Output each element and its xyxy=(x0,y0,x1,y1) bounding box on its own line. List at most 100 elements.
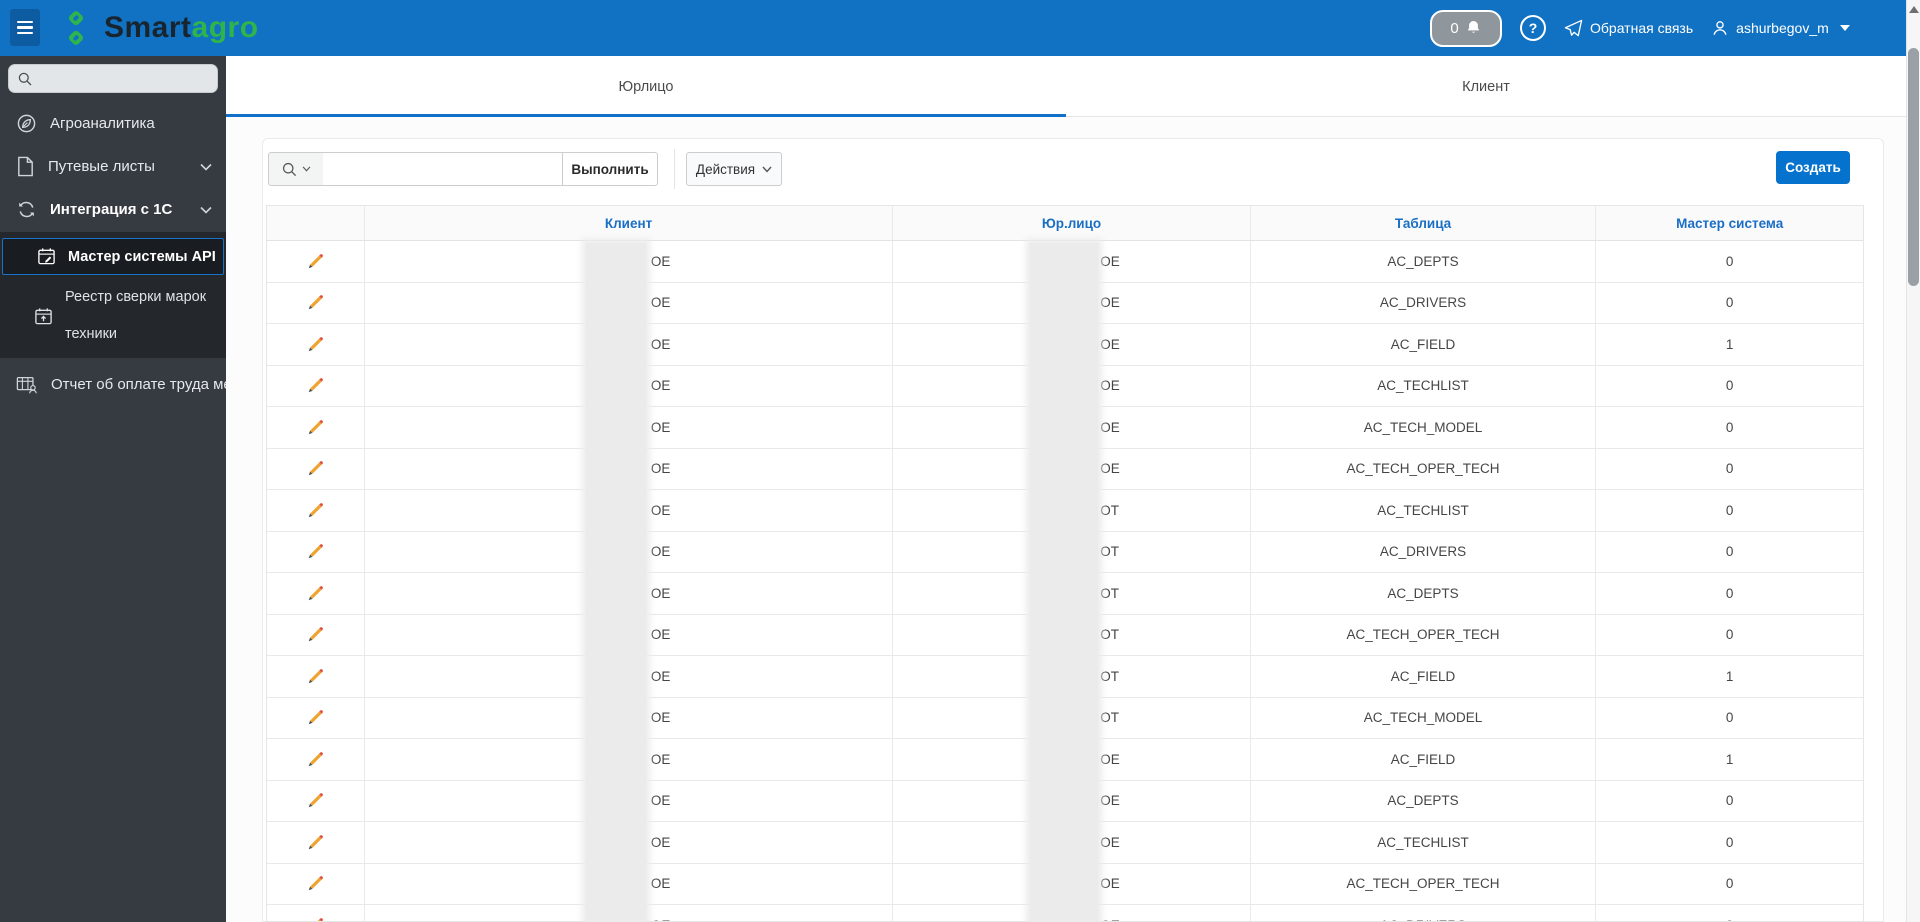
master-system-cell: 0 xyxy=(1725,419,1734,435)
row-actions-cell xyxy=(267,614,365,655)
sidebar-search xyxy=(8,64,218,93)
report-search-input[interactable] xyxy=(323,152,563,186)
master-system-column-header[interactable]: Мастер система xyxy=(1596,206,1863,240)
sidebar-item-labor-pay-report[interactable]: Отчет об оплате труда ме xyxy=(0,363,226,406)
edit-row-button[interactable] xyxy=(306,916,325,921)
client-value-suffix: OE xyxy=(650,502,671,518)
pencil-icon xyxy=(308,336,323,351)
table-name-cell: AC_DRIVERS xyxy=(1251,282,1597,323)
table-person-icon xyxy=(16,375,38,395)
active-tab-indicator xyxy=(226,114,1066,117)
edit-row-button[interactable] xyxy=(306,252,325,271)
page-scrollbar[interactable] xyxy=(1906,0,1920,922)
edit-row-button[interactable] xyxy=(306,708,325,727)
client-value-suffix: OE xyxy=(650,378,671,394)
entity-column-header[interactable]: Юр.лицо xyxy=(893,206,1251,240)
tab-client[interactable]: Клиент xyxy=(1066,56,1906,117)
edit-row-button[interactable] xyxy=(306,833,325,852)
sidebar-item-master-systems-api[interactable]: Мастер системы API xyxy=(2,238,224,275)
master-system-cell: 0 xyxy=(1725,793,1734,809)
paper-plane-icon xyxy=(1564,19,1583,38)
master-system-cell: 0 xyxy=(1725,295,1734,311)
pencil-icon xyxy=(308,502,323,517)
search-icon xyxy=(17,71,33,87)
table-name-cell: AC_FIELD xyxy=(1251,324,1597,365)
entity-value-suffix: OT xyxy=(1100,627,1119,643)
table-name-cell: AC_DEPTS xyxy=(1251,780,1597,821)
client-value-suffix: OE xyxy=(650,876,671,892)
entity-value-suffix: OE xyxy=(1100,876,1120,892)
sidebar-item-label: Агроаналитика xyxy=(50,115,155,132)
notifications-button[interactable]: 0 xyxy=(1430,9,1502,47)
entity-value-suffix: OT xyxy=(1100,502,1119,518)
entity-value-suffix: OT xyxy=(1100,710,1119,726)
scrollbar-up-arrow-icon[interactable] xyxy=(1909,6,1919,13)
pencil-icon xyxy=(308,378,323,393)
edit-row-button[interactable] xyxy=(306,874,325,893)
master-system-cell: 0 xyxy=(1725,710,1734,726)
master-system-cell: 1 xyxy=(1725,336,1734,352)
edit-row-button[interactable] xyxy=(306,667,325,686)
sidebar: Агроаналитика Путевые листы Интеграция с… xyxy=(0,56,226,922)
edit-row-button[interactable] xyxy=(306,418,325,437)
edit-row-button[interactable] xyxy=(306,750,325,769)
sidebar-item-registry-verification[interactable]: Реестр сверки марок техники xyxy=(34,280,224,352)
table-column-header[interactable]: Таблица xyxy=(1251,206,1597,240)
edit-row-button[interactable] xyxy=(306,293,325,312)
feedback-label: Обратная связь xyxy=(1590,20,1694,36)
edit-row-button[interactable] xyxy=(306,335,325,354)
feedback-link[interactable]: Обратная связь xyxy=(1564,19,1693,38)
edit-row-button[interactable] xyxy=(306,542,325,561)
row-actions-cell xyxy=(267,531,365,572)
notifications-count: 0 xyxy=(1450,19,1459,37)
edit-row-button[interactable] xyxy=(306,501,325,520)
row-actions-cell xyxy=(267,656,365,697)
hamburger-menu-button[interactable] xyxy=(10,9,40,46)
client-value-suffix: OE xyxy=(650,295,671,311)
table-name-cell: AC_DRIVERS xyxy=(1251,905,1597,921)
search-column-selector[interactable] xyxy=(268,152,324,186)
client-value-suffix: OE xyxy=(650,793,671,809)
tab-bar: Юрлицо Клиент xyxy=(226,56,1906,117)
pencil-icon xyxy=(308,668,323,683)
sidebar-item-label: Реестр сверки марок техники xyxy=(65,289,207,342)
help-button[interactable]: ? xyxy=(1520,15,1546,41)
edit-row-button[interactable] xyxy=(306,459,325,478)
tab-legal-entity[interactable]: Юрлицо xyxy=(226,56,1066,117)
chevron-down-icon xyxy=(200,206,212,214)
master-system-cell: 0 xyxy=(1725,585,1734,601)
pencil-icon xyxy=(308,710,323,725)
sidebar-item-agroanalytics[interactable]: Агроаналитика xyxy=(0,102,226,145)
client-value-suffix: OE xyxy=(650,751,671,767)
sidebar-item-1c-integration[interactable]: Интеграция с 1С xyxy=(0,188,226,231)
leaf-icon xyxy=(16,113,37,134)
create-button[interactable]: Создать xyxy=(1776,151,1850,184)
edit-row-button[interactable] xyxy=(306,791,325,810)
edit-row-button[interactable] xyxy=(306,376,325,395)
execute-button[interactable]: Выполнить xyxy=(562,152,658,186)
table-name-cell: AC_FIELD xyxy=(1251,656,1597,697)
row-actions-cell xyxy=(267,697,365,738)
table-name-cell: AC_DEPTS xyxy=(1251,573,1597,614)
chevron-down-icon xyxy=(762,166,772,173)
table-name-cell: AC_DRIVERS xyxy=(1251,531,1597,572)
edit-row-button[interactable] xyxy=(306,625,325,644)
edit-row-button[interactable] xyxy=(306,584,325,603)
table-name-cell: AC_FIELD xyxy=(1251,739,1597,780)
client-value-suffix: OE xyxy=(650,710,671,726)
client-column-header[interactable]: Клиент xyxy=(365,206,894,240)
table-name-cell: AC_TECH_MODEL xyxy=(1251,697,1597,738)
sidebar-item-waybills[interactable]: Путевые листы xyxy=(0,145,226,188)
caret-down-icon xyxy=(1839,25,1850,31)
entity-value-suffix: OT xyxy=(1100,544,1119,560)
pencil-icon xyxy=(308,544,323,559)
user-menu[interactable]: ashurbegov_m xyxy=(1711,19,1850,37)
actions-menu-button[interactable]: Действия xyxy=(686,152,782,186)
entity-value-suffix: OE xyxy=(1100,461,1120,477)
client-value-suffix: OE xyxy=(650,253,671,269)
pencil-icon xyxy=(308,419,323,434)
pencil-icon xyxy=(308,461,323,476)
sidebar-search-input[interactable] xyxy=(39,70,209,87)
table-name-cell: AC_TECHLIST xyxy=(1251,365,1597,406)
scrollbar-thumb[interactable] xyxy=(1908,48,1919,286)
